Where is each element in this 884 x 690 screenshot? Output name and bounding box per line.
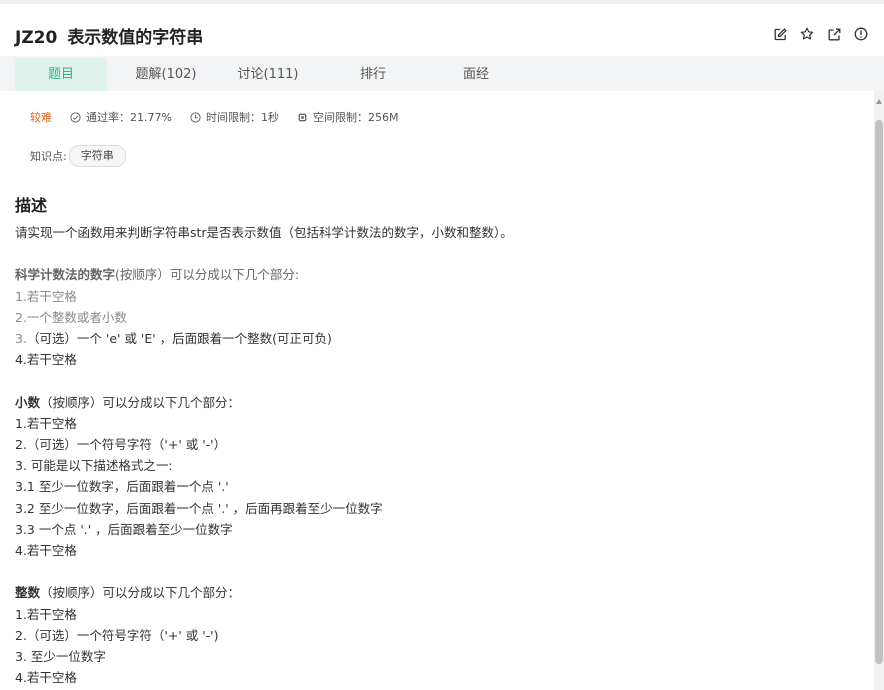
clock-icon bbox=[190, 111, 201, 123]
integer-heading-rest: （按顺序）可以分成以下几个部分： bbox=[40, 585, 241, 601]
problem-title: 表示数值的字符串 bbox=[67, 28, 204, 48]
pass-rate: 通过率：21.77% bbox=[70, 109, 172, 125]
difficulty-badge: 较难 bbox=[30, 111, 52, 124]
decimal-item: 3.3 一个点 '.' ，后面跟着至少一位数字 bbox=[15, 521, 233, 537]
tab-interview[interactable]: 面经 bbox=[430, 58, 522, 91]
integer-item: 3. 至少一位数字 bbox=[15, 649, 106, 665]
knowledge-points: 知识点: 字符串 bbox=[30, 145, 126, 167]
alert-icon[interactable] bbox=[854, 27, 868, 41]
scroll-up-icon[interactable] bbox=[876, 99, 882, 104]
scrollbar[interactable] bbox=[874, 91, 884, 690]
external-link-icon[interactable] bbox=[827, 27, 841, 41]
star-icon[interactable] bbox=[800, 27, 814, 41]
integer-item: 2.（可选）一个符号字符（'+' 或 '-') bbox=[15, 627, 219, 643]
decimal-item: 3. 可能是以下描述格式之一: bbox=[15, 458, 173, 474]
decimal-heading: 小数（按顺序）可以分成以下几个部分： bbox=[15, 392, 513, 413]
tab-ranking[interactable]: 排行 bbox=[327, 58, 419, 91]
sci-item-text: （可选）一个 'e' 或 'E' ，后面跟着一个整数(可正可负) bbox=[26, 331, 332, 346]
description-body: 请实现一个函数用来判断字符串str是否表示数值（包括科学计数法的数字，小数和整数… bbox=[15, 222, 513, 688]
integer-heading-bold: 整数 bbox=[15, 585, 41, 601]
integer-heading: 整数（按顺序）可以分成以下几个部分： bbox=[15, 582, 513, 603]
tab-solutions[interactable]: 题解(102) bbox=[120, 58, 212, 91]
knowledge-tag[interactable]: 字符串 bbox=[68, 145, 126, 167]
sci-item-num: 3. bbox=[15, 331, 27, 346]
problem-content: 较难 通过率：21.77% 时间限制：1秒 空间限制：256M 知识点: 字符串… bbox=[0, 91, 874, 690]
decimal-item: 2.（可选）一个符号字符（'+' 或 '-'） bbox=[15, 437, 227, 452]
sci-heading: 科学计数法的数字(按顺序）可以分成以下几个部分: bbox=[15, 264, 513, 285]
decimal-item: 3.1 至少一位数字，后面跟着一个点 '.' bbox=[15, 479, 229, 495]
integer-item: 1.若干空格 bbox=[15, 606, 77, 622]
scrollbar-thumb[interactable] bbox=[875, 120, 883, 664]
tab-discussion[interactable]: 讨论(111) bbox=[222, 58, 314, 91]
tab-problem[interactable]: 题目 bbox=[15, 58, 107, 91]
page-title: JZ20 表示数值的字符串 bbox=[15, 23, 203, 48]
sci-item: 2.一个整数或者小数 bbox=[15, 309, 127, 325]
decimal-item: 1.若干空格 bbox=[15, 415, 77, 431]
sci-heading-rest: (按顺序）可以分成以下几个部分: bbox=[115, 267, 300, 283]
sci-item: 4.若干空格 bbox=[15, 352, 77, 368]
integer-item: 4.若干空格 bbox=[15, 670, 77, 686]
decimal-heading-bold: 小数 bbox=[15, 394, 41, 410]
problem-header: JZ20 表示数值的字符串 bbox=[0, 4, 884, 56]
time-limit: 时间限制：1秒 bbox=[190, 109, 279, 125]
description-heading: 描述 bbox=[15, 196, 48, 215]
header-actions bbox=[773, 27, 868, 41]
sci-item: 3.（可选）一个 'e' 或 'E' ，后面跟着一个整数(可正可负) bbox=[15, 328, 513, 349]
knowledge-label: 知识点: bbox=[30, 150, 67, 163]
memory-limit: 空间限制：256M bbox=[297, 109, 399, 125]
check-circle-icon bbox=[70, 111, 81, 123]
problem-meta: 较难 通过率：21.77% 时间限制：1秒 空间限制：256M bbox=[30, 109, 416, 125]
pass-rate-text: 通过率：21.77% bbox=[86, 111, 172, 124]
description-intro: 请实现一个函数用来判断字符串str是否表示数值（包括科学计数法的数字，小数和整数… bbox=[15, 225, 513, 240]
decimal-item: 4.若干空格 bbox=[15, 543, 77, 559]
tab-bar: 题目 题解(102) 讨论(111) 排行 面经 bbox=[0, 56, 884, 91]
chip-icon bbox=[297, 112, 307, 122]
time-limit-text: 时间限制：1秒 bbox=[205, 111, 279, 124]
memory-limit-text: 空间限制：256M bbox=[312, 111, 399, 124]
decimal-item: 3.2 至少一位数字，后面跟着一个点 '.' ，后面再跟着至少一位数字 bbox=[15, 500, 383, 516]
edit-icon[interactable] bbox=[773, 27, 787, 41]
sci-heading-bold: 科学计数法的数字 bbox=[15, 267, 116, 283]
problem-id: JZ20 bbox=[15, 28, 58, 48]
sci-item: 1.若干空格 bbox=[15, 288, 77, 304]
decimal-heading-rest: （按顺序）可以分成以下几个部分： bbox=[40, 394, 241, 410]
